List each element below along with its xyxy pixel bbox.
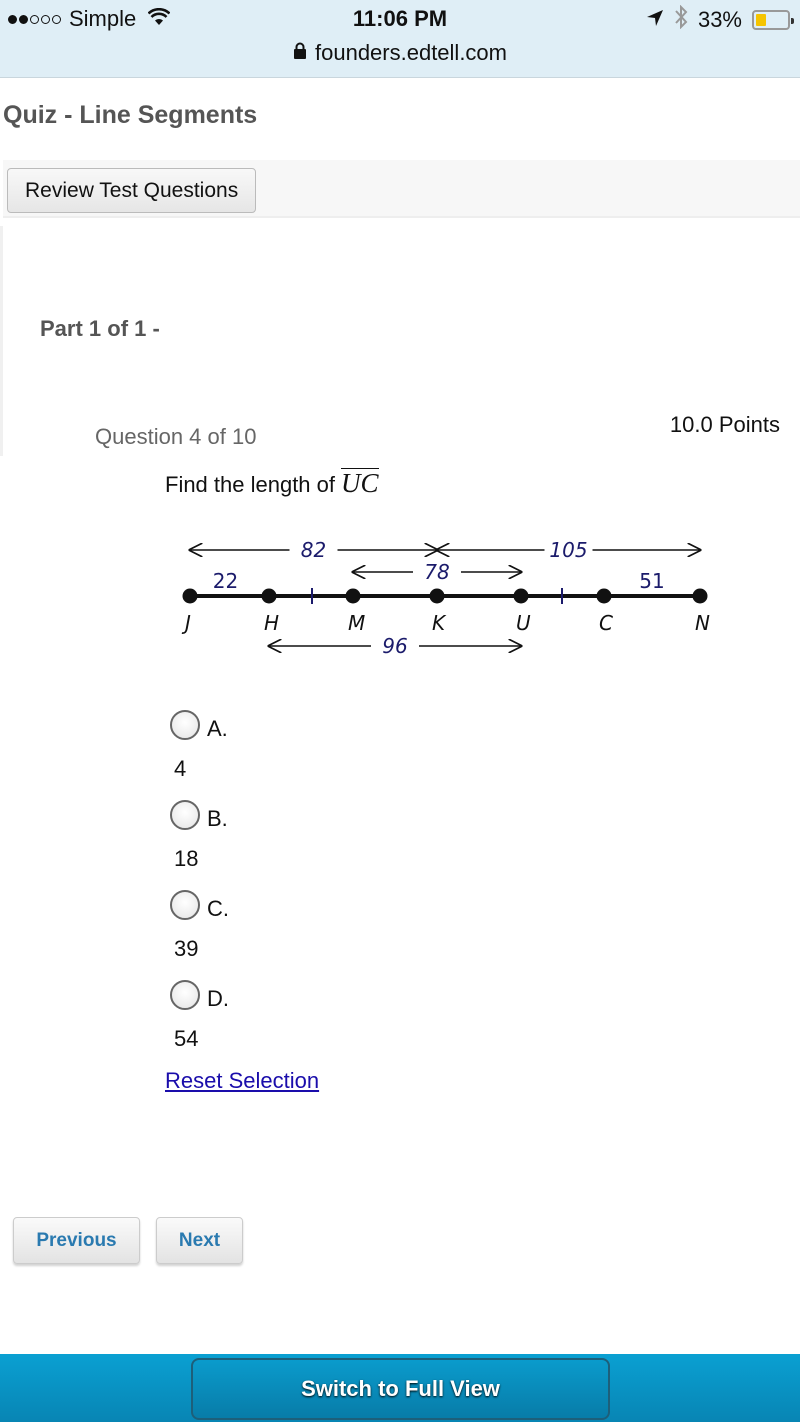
line-segment-figure: J H M K U C N 22 51 82 105 78 96 [165, 532, 725, 662]
point-h [261, 588, 277, 604]
choice-value: 54 [174, 1026, 199, 1051]
question-number: Question 4 of 10 [95, 424, 257, 449]
label-cn: 51 [639, 569, 664, 593]
choice-value: 18 [174, 846, 199, 871]
choice-letter: C. [207, 896, 229, 921]
point-k [429, 588, 445, 604]
next-button[interactable]: Next [156, 1217, 243, 1264]
battery-level-fill [756, 14, 766, 26]
choice-letter: A. [207, 716, 228, 741]
divider [0, 226, 3, 456]
footer-bar: Switch to Full View [0, 1354, 800, 1422]
measure-mu-value: 78 [424, 560, 449, 584]
page-title: Quiz - Line Segments [3, 101, 258, 129]
battery-icon [752, 10, 794, 30]
prompt-text: Find the length of [165, 472, 336, 497]
point-j [182, 588, 198, 604]
review-test-questions-button[interactable]: Review Test Questions [7, 168, 257, 213]
battery-percent: 33% [697, 7, 742, 32]
measure-kn-value: 105 [549, 538, 587, 562]
radio-button-a[interactable] [170, 710, 200, 740]
switch-to-full-view-button[interactable]: Switch to Full View [191, 1358, 610, 1420]
point-label-n: N [695, 611, 710, 635]
line-segment-diagram: J H M K U C N 22 51 82 105 78 96 [181, 538, 710, 658]
point-n [692, 588, 708, 604]
bluetooth-icon [674, 4, 688, 35]
address-bar[interactable]: founders.edtell.com [0, 40, 800, 66]
point-label-j: J [181, 611, 191, 635]
radio-button-d[interactable] [170, 980, 200, 1010]
choice-value: 4 [174, 756, 187, 781]
reset-selection-link[interactable]: Reset Selection [165, 1068, 319, 1094]
choice-value: 39 [174, 936, 199, 961]
point-c [596, 588, 612, 604]
question-prompt: Find the length of UC [165, 468, 379, 498]
measure-jk-value: 82 [301, 538, 326, 562]
point-label-m: M [348, 611, 365, 635]
previous-button[interactable]: Previous [13, 1217, 140, 1264]
point-label-u: U [516, 611, 531, 635]
status-bar: Simple 11:06 PM 33% founders.edtell.com [0, 0, 800, 78]
point-label-h: H [264, 611, 279, 635]
measure-hu-value: 96 [382, 634, 407, 658]
point-label-c: C [599, 611, 613, 635]
segment-notation: UC [341, 468, 379, 498]
choice-letter: B. [207, 806, 228, 831]
label-jh: 22 [213, 569, 238, 593]
question-points: 10.0 Points [669, 412, 780, 437]
lock-icon [293, 40, 307, 66]
status-icons: 33% [646, 4, 794, 35]
point-m [345, 588, 361, 604]
radio-button-c[interactable] [170, 890, 200, 920]
part-label: Part 1 of 1 - [40, 316, 160, 341]
choice-letter: D. [207, 986, 229, 1011]
location-arrow-icon [646, 7, 664, 33]
radio-button-b[interactable] [170, 800, 200, 830]
toolbar: Review Test Questions [3, 160, 800, 218]
point-label-k: K [432, 611, 447, 635]
url-text: founders.edtell.com [315, 40, 507, 65]
point-u [513, 588, 529, 604]
